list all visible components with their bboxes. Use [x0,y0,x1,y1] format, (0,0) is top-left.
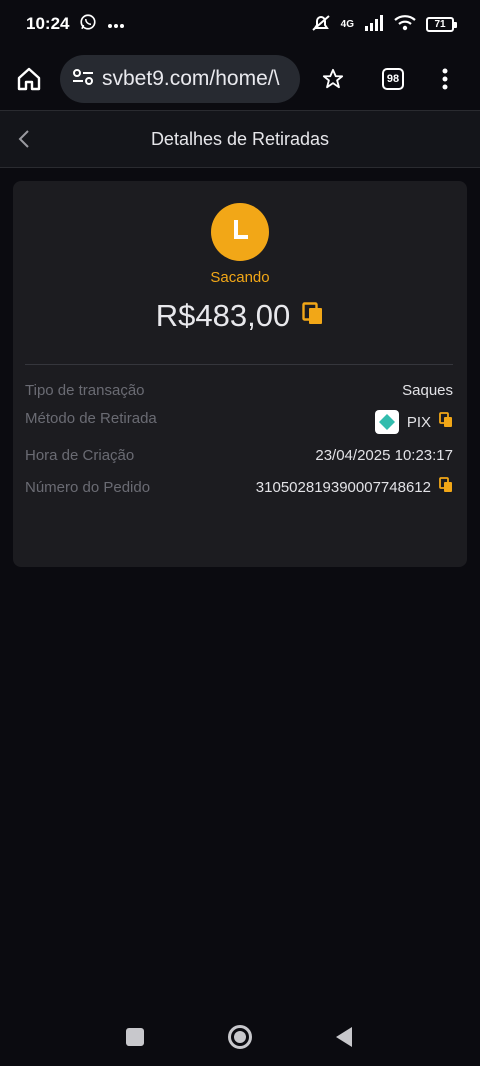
created-row: Hora de Criação 23/04/2025 10:23:17 [25,447,453,464]
tab-count[interactable]: 98 [382,68,404,90]
status-bar: 10:24 4G 71 [0,0,480,48]
transaction-type-row: Tipo de transação Saques [25,382,453,399]
divider [25,364,453,365]
battery-icon: 71 [426,16,457,32]
copy-method-icon[interactable] [439,412,453,432]
signal-icon [364,14,384,34]
home-button-dot [234,1031,246,1043]
page-header: Detalhes de Retiradas [0,110,480,168]
withdrawal-status: Sacando [210,269,270,286]
site-settings-icon[interactable] [72,68,94,91]
order-number-group: 310502819390007748612 [256,477,453,497]
tab-switcher-button[interactable]: 98 [382,68,404,90]
more-notifications-icon [107,14,125,34]
transaction-type-value: Saques [402,382,453,399]
pix-icon [374,410,399,434]
order-number-value: 310502819390007748612 [255,478,431,496]
withdrawal-amount: R$483,00 [155,298,291,333]
back-button[interactable] [336,1027,352,1047]
recent-apps-button[interactable] [126,1028,144,1046]
bookmark-star-icon[interactable] [322,68,344,90]
method-value: PIX [406,413,431,431]
address-bar[interactable]: svbet9.com/home/\ [60,55,300,103]
amount-row: R$483,00 [13,298,467,334]
order-number-label: Número do Pedido [25,478,151,496]
mute-icon [311,14,331,35]
network-type: 4G [340,18,354,30]
battery-level: 71 [434,18,446,30]
status-time: 10:24 [26,14,70,33]
copy-amount-icon[interactable] [302,301,324,331]
transaction-type-label: Tipo de transação [25,382,145,399]
order-number-row: Número do Pedido 310502819390007748612 [25,477,453,497]
wifi-icon [394,14,416,34]
withdrawal-details-card: Sacando R$483,00 Tipo de transação Saque… [13,181,467,567]
overflow-menu-icon[interactable] [442,68,448,90]
method-value-group: PIX [374,410,453,434]
status-right: 4G 71 [311,14,457,35]
status-left: 10:24 [26,13,125,36]
back-arrow-icon[interactable] [12,127,36,151]
page-title: Detalhes de Retiradas [150,128,330,149]
whatsapp-icon [79,13,97,36]
clock-icon [211,203,269,261]
home-button[interactable] [228,1025,252,1049]
method-row: Método de Retirada PIX [25,410,453,434]
copy-order-icon[interactable] [439,477,453,497]
method-label: Método de Retirada [25,410,157,427]
browser-toolbar: svbet9.com/home/\ 98 [0,48,480,110]
created-label: Hora de Criação [25,447,135,464]
created-value: 23/04/2025 10:23:17 [315,447,453,464]
system-navigation-bar [0,1014,480,1060]
url-text[interactable]: svbet9.com/home/\ [102,67,279,91]
home-icon[interactable] [16,66,42,92]
